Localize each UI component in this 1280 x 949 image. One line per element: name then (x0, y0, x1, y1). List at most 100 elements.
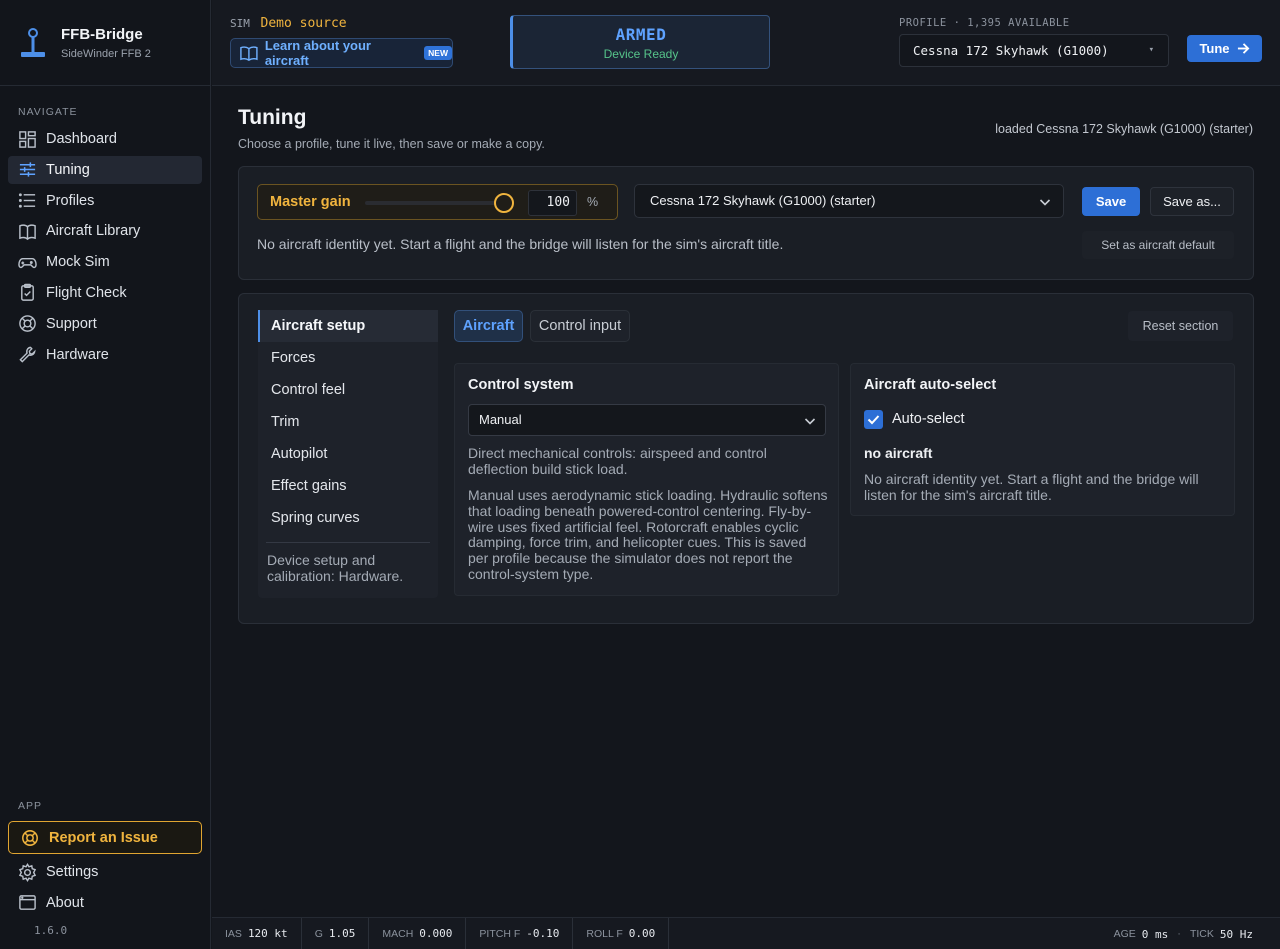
nav-label-about: About (46, 894, 84, 911)
control-system-value: Manual (479, 412, 522, 427)
control-system-long-desc: Manual uses aerodynamic stick loading. H… (468, 487, 828, 582)
stat-g: G 1.05 (302, 917, 370, 949)
clipboard-icon (21, 284, 34, 302)
tune-label: Tune (1199, 41, 1230, 56)
section-item-autopilot[interactable]: Autopilot (258, 438, 438, 470)
stat-mach-value: 0.000 (419, 927, 453, 940)
page-subtitle: Choose a profile, tune it live, then sav… (238, 137, 545, 151)
reset-section-button[interactable]: Reset section (1128, 311, 1233, 341)
stat-roll-value: 0.00 (628, 927, 656, 940)
chevron-down-icon (804, 418, 816, 425)
section-item-spring-curves[interactable]: Spring curves (258, 502, 438, 534)
section-item-forces[interactable]: Forces (258, 342, 438, 374)
stat-age-value: 0 ms (1141, 927, 1169, 941)
stat-g-label: G (314, 927, 323, 940)
sim-label: SIM (230, 17, 250, 30)
nav-label-hardware: Hardware (46, 346, 109, 363)
profile-select[interactable]: Cessna 172 Skyhawk (G1000) ▾ (899, 34, 1169, 67)
tab-control-input[interactable]: Control input (530, 310, 630, 342)
app-version: 1.6.0 (34, 924, 68, 937)
joystick-icon (21, 27, 45, 57)
book-icon (240, 46, 258, 61)
auto-select-title: Aircraft auto-select (864, 377, 997, 393)
auto-select-desc: No aircraft identity yet. Start a flight… (864, 471, 1199, 503)
book-icon (19, 224, 36, 240)
stat-ias-label: IAS (225, 927, 242, 940)
nav-item-flight-check[interactable]: Flight Check (8, 279, 202, 307)
profile-dropdown[interactable]: Cessna 172 Skyhawk (G1000) (starter) (634, 184, 1064, 218)
auto-select-label: Auto-select (892, 411, 965, 427)
section-item-aircraft-setup[interactable]: Aircraft setup (258, 310, 438, 342)
arrow-right-icon (1237, 43, 1250, 54)
section-item-effect-gains[interactable]: Effect gains (258, 470, 438, 502)
nav-item-about[interactable]: About (8, 889, 202, 917)
stat-ias-value: 120 kt (247, 927, 288, 940)
section-nav: Aircraft setup Forces Control feel Trim … (258, 310, 438, 598)
stat-pitch-force: PITCH F -0.10 (466, 917, 574, 949)
navigate-label: NAVIGATE (18, 106, 78, 118)
nav-label-profiles: Profiles (46, 192, 95, 209)
device-ready-status: Device Ready (603, 47, 679, 61)
nav-item-aircraft-library[interactable]: Aircraft Library (8, 217, 202, 245)
nav-item-dashboard[interactable]: Dashboard (8, 125, 202, 153)
auto-select-status: no aircraft (864, 445, 933, 461)
loaded-profile-text: loaded Cessna 172 Skyhawk (G1000) (start… (995, 122, 1253, 136)
nav-item-support[interactable]: Support (8, 310, 202, 338)
nav-item-profiles[interactable]: Profiles (8, 187, 202, 215)
nav-label-tuning: Tuning (46, 161, 90, 178)
control-system-title: Control system (468, 377, 574, 393)
app-subtitle: SideWinder FFB 2 (61, 47, 151, 60)
app-title: FFB-Bridge (61, 25, 143, 43)
sliders-icon (19, 162, 36, 177)
set-aircraft-default-button[interactable]: Set as aircraft default (1082, 231, 1234, 259)
tab-aircraft[interactable]: Aircraft (454, 310, 523, 342)
auto-select-checkbox[interactable] (864, 410, 883, 429)
sidebar: FFB-Bridge SideWinder FFB 2 NAVIGATE Das… (0, 0, 211, 949)
nav-label-flight-check: Flight Check (46, 284, 127, 301)
stat-mach: MACH 0.000 (369, 917, 467, 949)
section-item-control-feel[interactable]: Control feel (258, 374, 438, 406)
nav-item-hardware[interactable]: Hardware (8, 341, 202, 369)
auto-select-panel: Aircraft auto-select Auto-select no airc… (850, 363, 1235, 516)
device-status: ARMED Device Ready (510, 15, 770, 69)
nav-label-aircraft-library: Aircraft Library (46, 223, 141, 240)
report-issue-button[interactable]: Report an Issue (8, 821, 202, 854)
stat-pitch-label: PITCH F (479, 927, 521, 940)
nav-item-tuning[interactable]: Tuning (8, 155, 202, 184)
section-item-trim[interactable]: Trim (258, 406, 438, 438)
nav-label-settings: Settings (46, 864, 99, 880)
armed-status: ARMED (615, 25, 667, 44)
lifebuoy-icon (22, 829, 38, 846)
stat-roll-label: ROLL F (586, 927, 623, 940)
nav-item-settings[interactable]: Settings (8, 858, 202, 886)
new-badge: NEW (424, 46, 452, 60)
stat-tick-value: 50 Hz (1219, 927, 1253, 941)
master-gain-slider-thumb[interactable] (494, 193, 514, 213)
lifebuoy-icon (19, 315, 36, 333)
tune-button[interactable]: Tune (1187, 35, 1262, 62)
stat-roll-force: ROLL F 0.00 (573, 917, 670, 949)
save-as-button[interactable]: Save as... (1150, 187, 1234, 216)
nav-item-mock-sim[interactable]: Mock Sim (8, 248, 202, 276)
stat-age-label: AGE (1113, 928, 1136, 940)
brand: FFB-Bridge SideWinder FFB 2 (0, 0, 210, 86)
profile-select-value: Cessna 172 Skyhawk (G1000) (913, 43, 1109, 58)
master-gain-input[interactable]: 100 (528, 190, 577, 216)
hardware-note: Device setup and calibration: Hardware. (267, 552, 404, 584)
checkmark-icon (867, 415, 880, 425)
master-gain-control: Master gain 100 % (257, 184, 618, 220)
profile-dropdown-value: Cessna 172 Skyhawk (G1000) (starter) (650, 193, 876, 208)
stat-mach-label: MACH (382, 927, 414, 940)
report-issue-label: Report an Issue (49, 829, 158, 846)
stat-ias: IAS 120 kt (212, 917, 302, 949)
stat-pitch-value: -0.10 (526, 927, 560, 940)
app-section-label: APP (18, 800, 43, 812)
master-gain-label: Master gain (270, 194, 351, 210)
nav-label-dashboard: Dashboard (46, 131, 117, 147)
learn-aircraft-button[interactable]: Learn about your aircraft NEW (230, 38, 453, 68)
aircraft-identity-text: No aircraft identity yet. Start a flight… (257, 236, 784, 252)
save-button[interactable]: Save (1082, 187, 1140, 216)
master-gain-slider[interactable] (365, 201, 505, 205)
control-system-select[interactable]: Manual (468, 404, 826, 436)
control-system-short-desc: Direct mechanical controls: airspeed and… (468, 445, 767, 477)
